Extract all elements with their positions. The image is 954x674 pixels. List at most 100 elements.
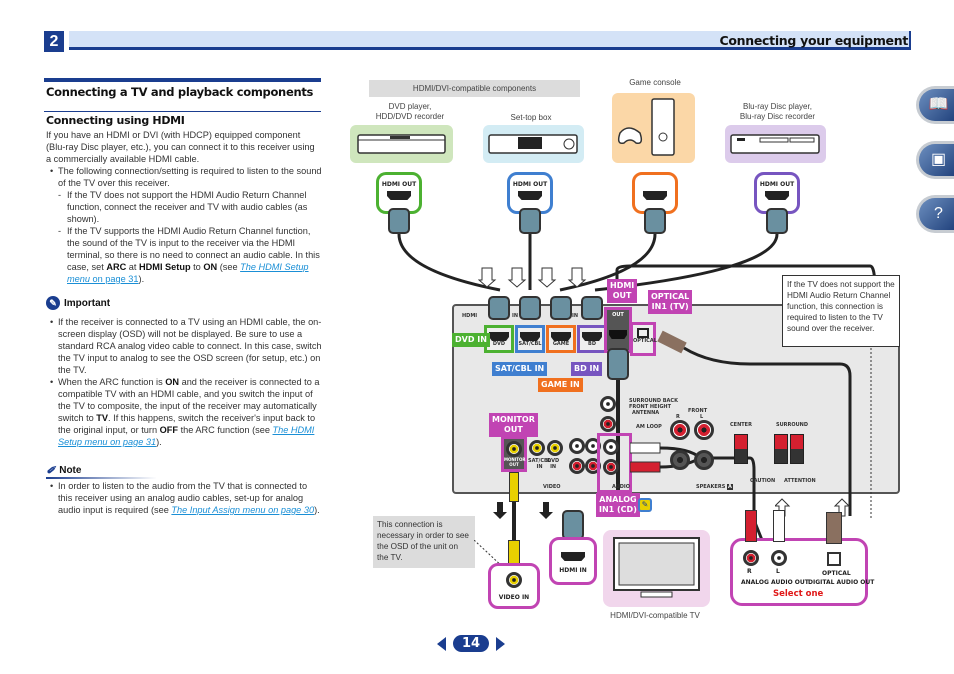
video-cable: [512, 502, 516, 542]
optical-plug: [826, 512, 842, 544]
section-rule: [44, 78, 321, 82]
receiver-hdmi-label: HDMI: [462, 313, 478, 319]
side-tab-troubleshooting[interactable]: ?: [916, 195, 954, 233]
note-heading: ✐ Note: [46, 464, 156, 479]
bold-on: ON: [165, 377, 180, 387]
port-label: HDMI OUT: [512, 181, 548, 188]
hdmi-port-icon: [582, 332, 602, 341]
receiver-bd-port: BD: [577, 325, 607, 353]
troubleshooting-icon: ?: [934, 205, 943, 222]
important-arc: When the ARC function is ON and the rece…: [46, 376, 322, 448]
osd-note: This connection is necessary in order to…: [373, 516, 475, 568]
hdmi-port-icon: [609, 330, 627, 339]
hdmi-plug: [562, 510, 584, 540]
am-loop-label: AM LOOP: [636, 424, 662, 430]
dvd-in-label: DVD IN: [547, 458, 560, 470]
settop-box-icon: [488, 134, 578, 154]
device-label-game: Game console: [629, 78, 681, 87]
tv-frame: [603, 530, 710, 607]
port-label: MONITOR OUT: [504, 457, 526, 467]
input-assign-link[interactable]: The Input Assign menu on page 30: [171, 505, 314, 515]
tv-audio-r-jack: [743, 550, 759, 566]
tv-caption: HDMI/DVI-compatible TV: [610, 611, 700, 620]
hdmi-port-icon: [561, 552, 585, 561]
tag-hdmi-out: HDMI OUT: [607, 279, 638, 303]
front-l-neg-terminal: [694, 450, 714, 470]
caution-label: CAUTION: [750, 478, 776, 484]
next-page-icon[interactable]: [496, 636, 506, 651]
port-label: BD: [588, 341, 596, 347]
tag-game-in: GAME IN: [538, 378, 583, 392]
tv-icon: [613, 537, 700, 598]
receiver-game-port: GAME: [546, 325, 576, 353]
pre-out-l-jack: [600, 396, 616, 412]
port-label: GAME: [552, 341, 570, 347]
receiver-monitor-out-jack: MONITOR OUT: [501, 436, 527, 472]
tv-r-label: R: [747, 568, 752, 575]
side-tab-manual[interactable]: 📖: [916, 86, 954, 124]
section-title: Connecting a TV and playback components: [46, 85, 314, 99]
port-label: HDMI OUT: [381, 181, 417, 188]
rca-jack-icon: [506, 572, 522, 588]
tv-l-label: L: [776, 568, 780, 575]
device-label-bluray: Blu-ray Disc player, Blu-ray Disc record…: [739, 102, 816, 121]
hdmi-port-icon: [387, 191, 411, 200]
game-console-box: [612, 93, 695, 163]
receiver-in-label: IN: [512, 313, 519, 319]
tag-optical-in1: OPTICAL IN1 (TV): [648, 290, 693, 314]
hdmi-port-icon: [643, 191, 667, 200]
intro-block: If you have an HDMI or DVI (with HDCP) e…: [46, 129, 322, 285]
port-label: VIDEO IN: [498, 594, 530, 601]
analog-l-jack: [603, 439, 619, 455]
bold-arc: ARC: [106, 262, 127, 272]
pre-out-r-jack: [600, 416, 616, 432]
receiver-satcbl-port: SAT/CBL: [515, 325, 545, 353]
direction-arrows: [478, 267, 587, 288]
audio-label: AUDIO: [612, 484, 631, 490]
analog-audio-out-label: ANALOG AUDIO OUT: [741, 579, 809, 586]
subsection-title: Connecting using HDMI: [46, 114, 185, 127]
arc-note: If the TV does not support the HDMI Audi…: [782, 275, 900, 347]
device-label-settop: Set-top box: [510, 113, 552, 122]
bold-off: OFF: [159, 425, 179, 435]
side-tab-receiver[interactable]: ▣: [916, 141, 954, 179]
select-one-label: Select one: [773, 589, 824, 599]
important-osd: If the receiver is connected to a TV usi…: [46, 316, 322, 376]
digital-audio-out-label: DIGITAL AUDIO OUT: [808, 579, 875, 586]
pager: 14: [437, 635, 506, 652]
bold-hdmi-setup: HDMI Setup: [139, 262, 191, 272]
front-l-terminal: [694, 420, 714, 440]
port-label: HDMI IN: [559, 567, 587, 574]
front-r-terminal: [670, 420, 690, 440]
manual-book-icon: 📖: [928, 96, 949, 113]
tag-monitor-out: MONITOR OUT: [489, 413, 538, 437]
surround-r-terminal: [774, 434, 788, 464]
center-terminal: [734, 434, 748, 464]
surround-l-terminal: [790, 434, 804, 464]
previous-page-icon[interactable]: [437, 636, 446, 651]
surround-label: SURROUND: [776, 422, 809, 428]
text: (see: [217, 262, 241, 272]
receiver-remote-icon: ▣: [930, 151, 947, 168]
device-label-dvd: DVD player, HDD/DVD recorder: [375, 102, 445, 121]
center-label: CENTER: [730, 422, 752, 428]
game-console-icon: [617, 98, 675, 156]
speakers-a-badge: A: [727, 484, 733, 490]
video-label: VIDEO: [543, 484, 561, 490]
hdmi-port-icon: [518, 191, 542, 200]
text: When the ARC function is: [58, 377, 166, 387]
white-rca-plug: [773, 510, 785, 542]
text: SPEAKERS: [696, 484, 726, 490]
tag-satcbl-in: SAT/CBL IN: [492, 362, 548, 376]
port-label: HDMI OUT: [759, 181, 795, 188]
rca-jack-icon: [506, 441, 522, 457]
antenna-label: ANTENNA: [632, 410, 660, 416]
hdmi-setup-page-link[interactable]: on page 31: [90, 274, 139, 284]
intro-paragraph: If you have an HDMI or DVI (with HDCP) e…: [46, 130, 315, 164]
audio-jack-red: [569, 458, 585, 474]
tv-audio-l-jack: [771, 550, 787, 566]
dash-arc: If the TV supports the HDMI Audio Return…: [46, 225, 322, 285]
hdmi-port-icon: [765, 191, 789, 200]
bluray-player-icon: [730, 134, 820, 154]
up-arrows: [775, 498, 851, 517]
